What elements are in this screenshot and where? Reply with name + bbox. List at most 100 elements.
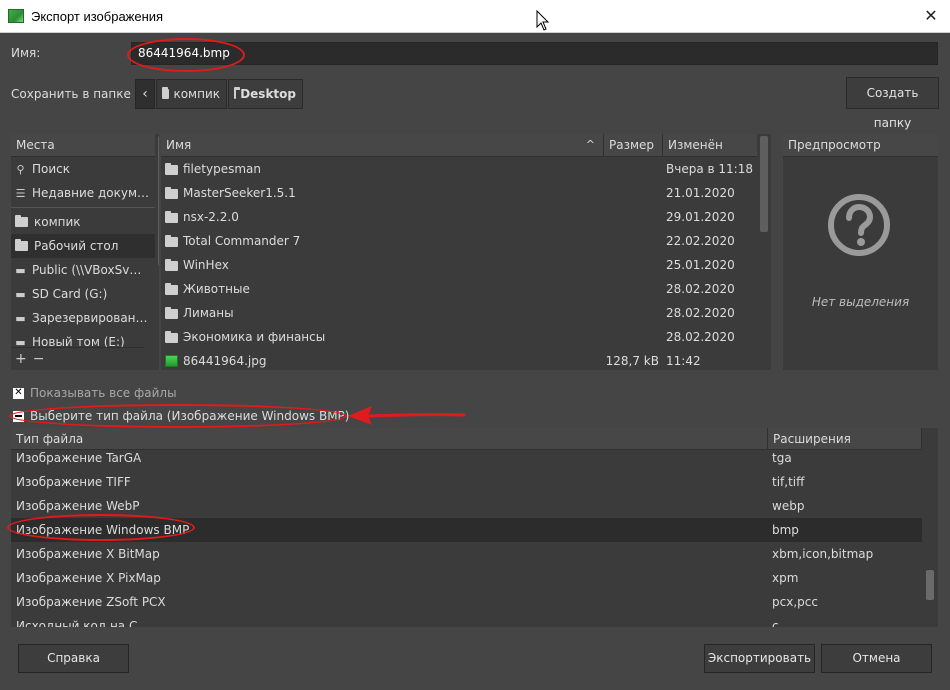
remove-bookmark-button[interactable]: − [33, 351, 45, 367]
folder-icon [165, 283, 178, 295]
file-types-scrollbar[interactable] [922, 428, 938, 627]
folder-icon [15, 239, 28, 251]
places-divider [11, 207, 159, 208]
file-type-row[interactable]: Изображение X BitMap xbm,icon,bitmap [11, 542, 922, 566]
column-header-name[interactable]: Имя ^ [161, 134, 604, 157]
help-button[interactable]: Справка [18, 644, 129, 673]
search-icon: ⚲ [16, 162, 25, 176]
file-row[interactable]: filetypesman Вчера в 11:18 [161, 157, 771, 181]
file-row[interactable]: Животные 28.02.2020 [161, 277, 771, 301]
filename-input[interactable]: 86441964.bmp [131, 42, 938, 65]
file-name-cell: Экономика и финансы [161, 330, 604, 344]
scroll-thumb[interactable] [158, 136, 159, 266]
collapse-icon [13, 410, 24, 422]
window-title: Экспорт изображения [31, 8, 164, 24]
file-modified: 11:42 [666, 354, 701, 368]
place-item-kompik[interactable]: компик [11, 210, 159, 234]
file-types-header: Тип файла Расширения [11, 428, 922, 450]
export-button[interactable]: Экспортировать [704, 644, 815, 673]
file-type-ext: bmp [772, 523, 799, 537]
file-name-cell: filetypesman [161, 162, 604, 176]
folder-icon [165, 235, 178, 247]
file-modified: 28.02.2020 [666, 282, 735, 296]
file-type-ext: xpm [772, 571, 799, 585]
file-type-name: Изображение WebP [16, 499, 140, 513]
file-type-row[interactable]: Изображение ZSoft PCX pcx,pcc [11, 590, 922, 614]
red-arrow-annotation [348, 406, 466, 425]
place-item-desktop[interactable]: Рабочий стол [11, 234, 159, 258]
show-all-files-label: Показывать все файлы [30, 386, 177, 400]
column-header-size[interactable]: Размер [604, 134, 663, 157]
breadcrumb-item-kompik[interactable]: компик [156, 79, 227, 109]
places-scrollbar[interactable] [155, 134, 159, 370]
file-type-row[interactable]: Изображение X PixMap xpm [11, 566, 922, 590]
breadcrumb-back-button[interactable]: ‹ [135, 79, 155, 109]
places-panel: Места ⚲ Поиск ☰ Недавние докум… компик Р… [11, 134, 159, 370]
file-modified: 29.01.2020 [666, 210, 735, 224]
file-type-ext: xbm,icon,bitmap [772, 547, 874, 561]
column-header-extensions[interactable]: Расширения [768, 428, 922, 450]
file-type-row[interactable]: Изображение WebP webp [11, 494, 922, 518]
folder-icon [165, 187, 178, 199]
place-item-search[interactable]: ⚲ Поиск [11, 157, 159, 181]
file-type-expander[interactable]: Выберите тип файла (Изображение Windows … [13, 409, 349, 423]
file-type-row[interactable]: Изображение TIFF tif,tiff [11, 470, 922, 494]
save-in-folder-label: Сохранить в папке [11, 87, 131, 101]
folder-icon [162, 87, 170, 99]
show-all-files-checkbox[interactable]: ✕ Показывать все файлы [13, 386, 177, 400]
file-name: filetypesman [183, 162, 261, 176]
sort-ascending-icon: ^ [585, 138, 595, 151]
preview-empty-text: Нет выделения [811, 295, 910, 309]
column-header-file-type[interactable]: Тип файла [11, 428, 768, 450]
scroll-thumb[interactable] [760, 136, 768, 232]
file-type-name: Изображение X BitMap [16, 547, 160, 561]
drive-icon: ▬ [15, 311, 26, 325]
file-modified: 28.02.2020 [666, 306, 735, 320]
file-row[interactable]: nsx-2.2.0 29.01.2020 [161, 205, 771, 229]
column-header-modified[interactable]: Изменён [663, 134, 759, 157]
file-name: Лиманы [183, 306, 234, 320]
place-label: Недавние докум… [32, 186, 150, 200]
file-size: 128,7 kB [605, 354, 659, 368]
file-type-name: Изображение X PixMap [16, 571, 161, 585]
file-name-cell: nsx-2.2.0 [161, 210, 604, 224]
drive-icon: ▬ [15, 335, 26, 349]
place-label: компик [34, 215, 81, 229]
cancel-button[interactable]: Отмена [821, 644, 932, 673]
file-type-name: Изображение TIFF [16, 475, 131, 489]
place-item-reserved[interactable]: ▬ Зарезервирован… [11, 306, 159, 330]
drive-icon: ▬ [15, 287, 26, 301]
file-row[interactable]: 86441964.jpg 128,7 kB 11:42 [161, 349, 771, 370]
preview-header: Предпросмотр [783, 134, 938, 157]
scroll-thumb[interactable] [926, 570, 934, 600]
place-item-sd-card[interactable]: ▬ SD Card (G:) [11, 282, 159, 306]
folder-icon [165, 163, 178, 175]
place-item-recent[interactable]: ☰ Недавние докум… [11, 181, 159, 205]
file-name: Животные [183, 282, 250, 296]
file-row[interactable]: Лиманы 28.02.2020 [161, 301, 771, 325]
file-row[interactable]: WinHex 25.01.2020 [161, 253, 771, 277]
file-type-expander-label: Выберите тип файла (Изображение Windows … [30, 409, 350, 423]
breadcrumb-item-desktop[interactable]: Desktop [228, 79, 303, 109]
file-name: Экономика и финансы [183, 330, 326, 344]
file-row[interactable]: Экономика и финансы 28.02.2020 [161, 325, 771, 349]
file-row[interactable]: Total Commander 7 22.02.2020 [161, 229, 771, 253]
file-type-row[interactable]: Исходный код на C c [11, 614, 922, 627]
places-header[interactable]: Места [11, 134, 159, 157]
file-row[interactable]: MasterSeeker1.5.1 21.01.2020 [161, 181, 771, 205]
file-list: Имя ^ Размер Изменён filetypesman Вчера … [161, 134, 771, 370]
file-name-cell: Животные [161, 282, 604, 296]
place-item-public[interactable]: ▬ Public (\\VBoxSv… [11, 258, 159, 282]
create-folder-button[interactable]: Создать папку [846, 77, 939, 130]
file-type-ext: c [772, 619, 779, 627]
file-type-ext: pcx,pcc [772, 595, 818, 609]
file-list-scrollbar[interactable] [757, 134, 771, 370]
file-modified: 25.01.2020 [666, 258, 735, 272]
file-types-body: Изображение TarGA tga Изображение TIFF t… [11, 446, 922, 627]
file-type-row-selected[interactable]: Изображение Windows BMP bmp [11, 518, 922, 542]
file-types-table: Изображение TarGA tga Изображение TIFF t… [11, 428, 922, 627]
add-bookmark-button[interactable]: + [15, 351, 27, 367]
title-bar: Экспорт изображения ✕ [0, 0, 950, 33]
close-window-button[interactable]: ✕ [922, 7, 940, 25]
place-label: Рабочий стол [34, 239, 119, 253]
